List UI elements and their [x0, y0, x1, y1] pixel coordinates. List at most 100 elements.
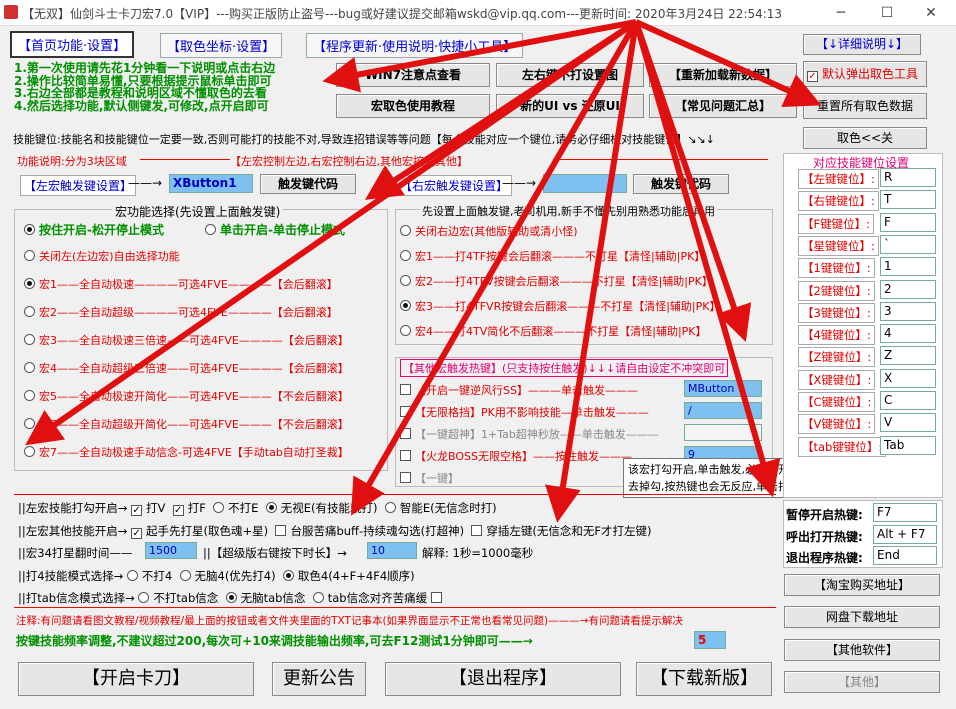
key-input[interactable]: C: [880, 391, 936, 410]
popup-color-tool-option[interactable]: ✓ 默认弹出取色工具: [803, 61, 927, 87]
key-input[interactable]: T: [880, 190, 936, 210]
taobao-link-button[interactable]: 【淘宝购买地址】: [784, 574, 940, 596]
arrow-text: ——→: [502, 176, 537, 190]
opt-no-tab[interactable]: 不打tab信念: [138, 591, 218, 605]
opt-align-tab[interactable]: tab信念对齐苦痛缓: [312, 591, 427, 605]
maximize-button[interactable]: ☐: [864, 0, 910, 26]
key-input[interactable]: 2: [880, 279, 936, 299]
key-label: 【C键键位】:: [798, 392, 876, 412]
other-hotkey-input[interactable]: MButton: [684, 380, 762, 397]
right-macro-4[interactable]: 宏4——打4TV简化不后翻滚———不打星【清怪|辅助|PK】: [400, 323, 707, 339]
right-macro-3[interactable]: 宏3——打4TFVR按键会后翻滚———不打星【清怪|辅助|PK】: [400, 298, 720, 314]
opt-ignore-e[interactable]: 无视E(有技能就打): [265, 501, 378, 515]
left-macro-3[interactable]: 宏3——全自动极速三倍速——可选4FVE————【会后翻滚】: [24, 332, 349, 348]
opt-star-first[interactable]: ✓ 起手先打星(取色魂+星): [131, 524, 268, 539]
left-macro-1[interactable]: 宏1——全自动极速————可选4FVE————【会后翻滚】: [24, 276, 338, 292]
opt-extra-check[interactable]: [430, 592, 442, 603]
hold-mode-option[interactable]: 按住开启-松开停止模式: [24, 221, 164, 238]
detail-help-button[interactable]: 【↓详细说明↓】: [803, 34, 921, 55]
other-macro-row[interactable]: 【一键超神】1+Tab超神秒放——单击触发———: [400, 426, 659, 442]
right-hold-input[interactable]: 10: [367, 542, 417, 559]
opt-f[interactable]: ✓ 打F: [172, 501, 206, 516]
other-macro-row[interactable]: 【无限格挡】PK用不影响技能—单击触发———: [400, 404, 649, 420]
tab-home-settings[interactable]: 【首页功能·设置】: [10, 31, 135, 58]
click-mode-option[interactable]: 单击开启-单击停止模式: [205, 221, 345, 238]
other-hotkey-input[interactable]: [684, 424, 762, 441]
key-input[interactable]: 1: [880, 257, 936, 277]
key-input[interactable]: 4: [880, 324, 936, 344]
left-macro-6[interactable]: 宏6——全自动超级开简化——可选4FVE———【不会后翻滚】: [24, 416, 349, 432]
skill-note: 技能键位:技能名和技能键位一定要一致,否则可能打的技能不对,导致连招错误等等问题…: [13, 133, 715, 146]
faq-button[interactable]: 【常见问题汇总】: [649, 94, 797, 118]
opt-left-click[interactable]: 穿插左键(无信念和无F才打左键): [471, 524, 652, 538]
opt-smart-e[interactable]: 智能E(无信念时打): [384, 501, 497, 515]
key-input[interactable]: V: [880, 413, 936, 433]
other-software-button[interactable]: 【其他软件】: [784, 639, 940, 661]
other-button[interactable]: 【其他】: [784, 671, 940, 693]
close-button[interactable]: ✕: [908, 0, 954, 26]
opt-no-4[interactable]: 不打4: [126, 569, 172, 583]
intro-line: 1.第一次使用请先花1分钟看一下说明或点击右边: [14, 61, 276, 75]
freq-input[interactable]: 5: [694, 631, 726, 649]
start-button[interactable]: 【开启卡刀】: [18, 662, 254, 696]
ui-compare-button[interactable]: 新的UI vs 还原UI: [496, 94, 644, 118]
app-icon: [4, 5, 18, 19]
right-trigger-input[interactable]: [543, 174, 627, 193]
star-time-input[interactable]: 1500: [145, 542, 197, 559]
left-macro-0[interactable]: 关闭左(左边宏)自由选择功能: [24, 248, 180, 264]
right-trigger-code-button[interactable]: 触发键代码: [633, 174, 729, 194]
key-input[interactable]: Tab: [880, 435, 936, 455]
key-input[interactable]: 3: [880, 301, 936, 321]
macro-color-tutorial-button[interactable]: 宏取色使用教程: [336, 94, 490, 118]
opt-color-4[interactable]: 取色4(4+F+4F4顺序): [282, 569, 415, 583]
left-trigger-input[interactable]: XButton1: [169, 174, 253, 193]
tab-color-coords[interactable]: 【取色坐标·设置】: [160, 33, 283, 58]
left-trigger-code-button[interactable]: 触发键代码: [260, 174, 356, 194]
download-button[interactable]: 【下载新版】: [636, 662, 772, 696]
popup-color-tool-checkbox[interactable]: ✓: [807, 71, 818, 82]
left-macro-5[interactable]: 宏5——全自动极速开简化——可选4FVE———【不会后翻滚】: [24, 388, 349, 404]
reload-data-button[interactable]: 【重新加载新数据】: [649, 63, 797, 87]
title-bar: 【无双】仙剑斗士卡刀宏7.0【VIP】---购买正版防止盗号---bug或好建议…: [0, 0, 956, 26]
left-macro-4[interactable]: 宏4——全自动超级三倍速——可选4FVE————【会后翻滚】: [24, 360, 349, 376]
tab-update-help[interactable]: 【程序更新·使用说明·快捷小工具】: [306, 33, 524, 58]
hold-mode-radio[interactable]: [24, 224, 35, 235]
exit-hotkey-input[interactable]: End: [873, 546, 937, 565]
opt-brainless-tab[interactable]: 无脑tab信念: [225, 591, 305, 605]
other-macro-row[interactable]: 【一键】: [400, 470, 459, 486]
left-macro-2[interactable]: 宏2——全自动超级————可选4FVE————【会后翻滚】: [24, 304, 338, 320]
show-hotkey-input[interactable]: Alt + F7: [873, 525, 937, 544]
key-label: 【4键键位】:: [798, 325, 875, 346]
opt-v[interactable]: ✓ 打V: [131, 501, 165, 516]
key-input[interactable]: `: [880, 234, 936, 254]
netdisk-link-button[interactable]: 网盘下载地址: [784, 606, 940, 628]
exit-button[interactable]: 【退出程序】: [385, 662, 621, 696]
color-toggle-button[interactable]: 取色<<关: [803, 127, 927, 149]
right-trigger-label: 【右宏触发键设置】: [396, 175, 513, 196]
other-macro-row[interactable]: 【火龙BOSS无限空格】——按住触发———: [400, 448, 632, 464]
opt-no-e[interactable]: 不打E: [213, 501, 258, 515]
key-input[interactable]: F: [880, 212, 936, 232]
win7-notes-button[interactable]: WIN7注意点查看: [336, 63, 490, 87]
minimize-button[interactable]: ─: [818, 0, 864, 26]
key-input[interactable]: X: [880, 368, 936, 388]
reset-color-data-button[interactable]: 重置所有取色数据: [803, 93, 927, 119]
right-macro-2[interactable]: 宏2——打4TFV按键会后翻滚———不打星【清怪|辅助|PK】: [400, 273, 713, 289]
mouse-setting-image-button[interactable]: 左右键不打设置图: [496, 63, 644, 87]
key-input[interactable]: R: [880, 168, 936, 187]
opt-brainless-4[interactable]: 无脑4(优先打4): [179, 569, 276, 583]
left-macro-7[interactable]: 宏7——全自动极速手动信念-可选4FVE【手动tab自动打圣裁】: [24, 444, 349, 460]
other-hotkey-input[interactable]: /: [684, 402, 762, 419]
other-macro-row[interactable]: 【开启一键逆风行SS】———单击触发———: [400, 382, 638, 398]
key-label: 【X键键位】:: [798, 369, 876, 390]
left-other-options: ||左宏其他技能开启→ ✓ 起手先打星(取色魂+星) 台服苦痛buff-持续魂勾选…: [18, 524, 652, 539]
right-macro-0[interactable]: 关闭右边宏(其他版辅助或清小怪): [400, 223, 578, 239]
opt-tw-buff[interactable]: 台服苦痛buff-持续魂勾选(打超神): [275, 524, 464, 538]
right-macro-1[interactable]: 宏1——打4TF按键会后翻滚———不打星【清怪|辅助|PK】: [400, 248, 705, 264]
key-label: 【F键键位】:: [798, 213, 874, 234]
click-mode-radio[interactable]: [205, 224, 216, 235]
pause-hotkey-input[interactable]: F7: [873, 503, 937, 522]
intro-line: 4.然后选择功能,默认侧键发,可修改,点开启即可: [14, 98, 269, 113]
key-input[interactable]: Z: [880, 346, 936, 366]
update-notice-button[interactable]: 更新公告: [272, 662, 366, 696]
